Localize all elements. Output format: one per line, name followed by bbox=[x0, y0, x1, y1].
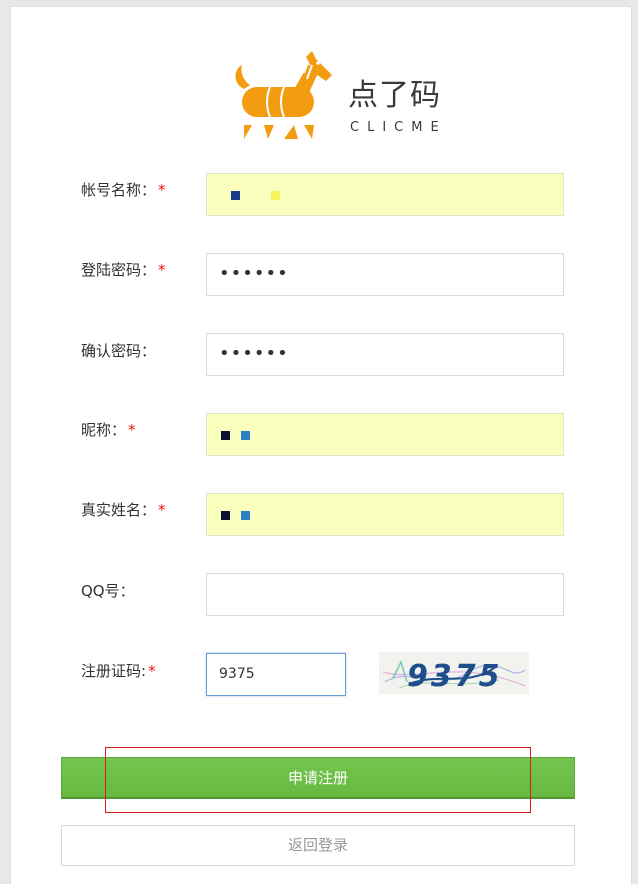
back-to-login-button[interactable]: 返回登录 bbox=[61, 825, 575, 866]
redaction-mark bbox=[241, 431, 250, 440]
password-label: 登陆密码： * bbox=[81, 261, 166, 279]
qq-input[interactable] bbox=[206, 573, 564, 616]
redaction-mark bbox=[221, 511, 230, 520]
submit-register-button[interactable]: 申请注册 bbox=[61, 757, 575, 799]
register-card: 点了码 CLICME 帐号名称： * 登陆密码： * •••••• 确认密码： ••… bbox=[10, 6, 632, 884]
redaction-mark bbox=[221, 431, 230, 440]
captcha-label: 注册证码: * bbox=[81, 662, 156, 680]
required-marker: * bbox=[158, 181, 166, 199]
required-marker: * bbox=[158, 261, 166, 279]
horse-logo-icon bbox=[235, 51, 332, 139]
captcha-image[interactable]: 9375 bbox=[379, 652, 529, 694]
password-input[interactable]: •••••• bbox=[206, 253, 564, 296]
clicme-logo: 点了码 CLICME bbox=[222, 47, 452, 145]
real-name-input[interactable] bbox=[206, 493, 564, 536]
required-marker: * bbox=[148, 662, 156, 680]
required-marker: * bbox=[158, 501, 166, 519]
captcha-input[interactable]: 9375 bbox=[206, 653, 346, 696]
redaction-mark bbox=[241, 511, 250, 520]
redaction-mark bbox=[231, 191, 240, 200]
nickname-input[interactable] bbox=[206, 413, 564, 456]
real-name-label: 真实姓名： * bbox=[81, 501, 166, 519]
redaction-mark bbox=[271, 191, 280, 200]
logo-subtitle: CLICME bbox=[350, 120, 447, 135]
account-name-input[interactable] bbox=[206, 173, 564, 216]
required-marker: * bbox=[128, 421, 136, 439]
logo-title: 点了码 bbox=[348, 78, 441, 113]
confirm-password-input[interactable]: •••••• bbox=[206, 333, 564, 376]
account-name-label: 帐号名称： * bbox=[81, 181, 166, 199]
captcha-text: 9375 bbox=[407, 659, 503, 694]
confirm-password-label: 确认密码： bbox=[81, 342, 157, 360]
nickname-label: 昵称： * bbox=[81, 421, 136, 439]
qq-label: QQ号： bbox=[81, 582, 135, 600]
